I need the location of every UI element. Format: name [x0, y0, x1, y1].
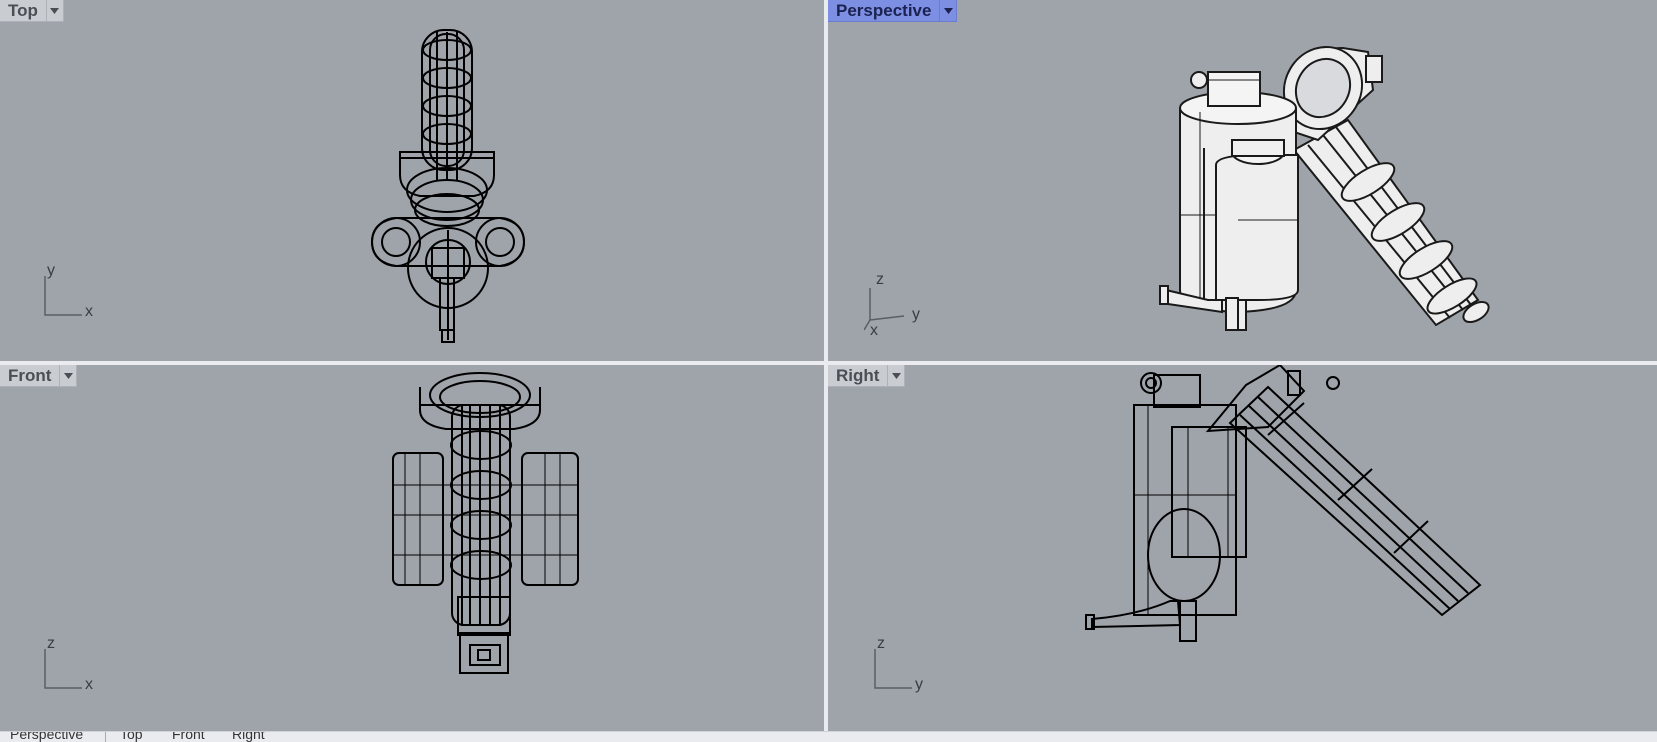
axis-indicator	[44, 649, 82, 689]
axis-label-y: y	[47, 262, 55, 279]
chevron-down-icon[interactable]	[939, 0, 956, 21]
viewport-top[interactable]: Top y x	[0, 0, 824, 361]
viewport-tab-front[interactable]: Front	[0, 365, 78, 387]
viewport-title: Top	[8, 1, 38, 20]
axis-label-z: z	[876, 271, 884, 288]
viewport-tab-top[interactable]: Top	[0, 0, 64, 22]
bottom-tab-right[interactable]: Right	[232, 732, 265, 742]
viewport-right[interactable]: Right z y	[828, 365, 1657, 731]
axis-label-y: y	[915, 676, 923, 693]
axis-label-x: x	[870, 322, 878, 339]
top-view-wireframe	[371, 29, 526, 343]
viewport-title: Right	[836, 366, 880, 385]
viewport-tab-right[interactable]: Right	[828, 365, 906, 387]
bottom-tab-top[interactable]: Top	[120, 732, 143, 742]
right-view-wireframe	[1085, 365, 1482, 642]
chevron-down-icon[interactable]	[887, 365, 904, 386]
viewport-perspective[interactable]: Perspective z y x	[828, 0, 1657, 361]
viewport-tab-perspective[interactable]: Perspective	[828, 0, 958, 22]
axis-indicator	[874, 649, 912, 689]
bottom-tab-perspective[interactable]: Perspective	[10, 732, 83, 742]
chevron-down-icon[interactable]	[59, 365, 76, 386]
axis-label-x: x	[85, 303, 93, 320]
axis-label-z: z	[47, 635, 55, 652]
bottom-tab-front[interactable]: Front	[172, 732, 205, 742]
perspective-view-shaded	[1159, 45, 1490, 331]
viewport-front[interactable]: Front z x	[0, 365, 824, 731]
viewport-tab-bar: Perspective Top Front Right	[0, 731, 1657, 742]
viewport-title: Perspective	[836, 1, 932, 20]
axis-label-x: x	[85, 676, 93, 693]
axis-indicator	[44, 276, 82, 316]
axis-label-y: y	[912, 306, 920, 323]
axis-label-z: z	[877, 635, 885, 652]
viewport-title: Front	[8, 366, 52, 385]
front-view-wireframe	[392, 372, 579, 674]
chevron-down-icon[interactable]	[45, 0, 63, 21]
